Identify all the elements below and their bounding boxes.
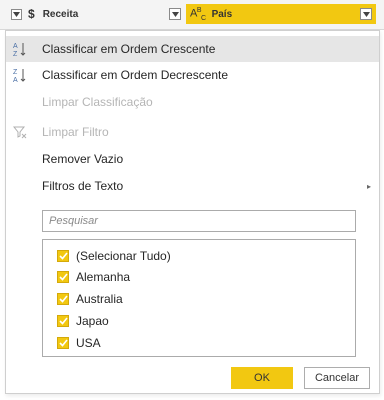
list-item-label: Alemanha [76,270,131,284]
menu-item-clear-filter: Limpar Filtro [6,119,379,145]
menu-item-label: Remover Vazio [42,152,124,166]
sort-ascending-icon: A Z [13,41,27,57]
column-header-strip: $ Receita ABC País [0,0,384,30]
svg-text:Z: Z [13,69,18,76]
text-type-icon: ABC [190,6,206,22]
chevron-down-icon [362,11,370,17]
column-header-receita[interactable]: $ Receita [8,4,184,24]
svg-text:A: A [13,77,18,83]
menu-item-label: Limpar Classificação [42,95,153,109]
list-item[interactable]: Australia [57,290,123,308]
ok-button[interactable]: OK [231,367,293,389]
list-item-label: Australia [76,292,123,306]
list-item-label: (Selecionar Tudo) [76,249,171,263]
checkbox[interactable] [57,337,69,349]
menu-item-label: Limpar Filtro [42,125,109,139]
list-item[interactable]: USA [57,334,101,352]
list-item-label: Japao [76,314,109,328]
checkbox[interactable] [57,271,69,283]
search-field[interactable] [42,210,356,232]
column-header-label: Receita [42,8,79,20]
column-filter-button[interactable] [169,8,181,20]
row-menu-dropdown-button[interactable] [11,8,22,20]
menu-item-label: Classificar em Ordem Crescente [42,42,216,56]
checkbox[interactable] [57,315,69,327]
column-header-label: País [211,8,233,20]
checkmark-icon [58,339,68,347]
menu-item-sort-ascending[interactable]: A Z Classificar em Ordem Crescente [6,36,379,62]
clear-filter-icon [13,124,27,140]
list-item-label: USA [76,336,101,350]
menu-item-sort-descending[interactable]: Z A Classificar em Ordem Decrescente [6,62,379,88]
list-item[interactable]: Japao [57,312,109,330]
sort-descending-icon: Z A [13,67,27,83]
checkmark-icon [58,295,68,303]
menu-item-text-filters[interactable]: Filtros de Texto ▸ [6,173,379,199]
menu-item-clear-sort: Limpar Classificação [6,89,379,115]
list-item[interactable]: Alemanha [57,268,130,286]
chevron-down-icon [171,11,179,17]
menu-item-remove-empty[interactable]: Remover Vazio [6,146,379,172]
svg-text:A: A [13,43,18,50]
checkmark-icon [58,252,68,260]
checkmark-icon [58,317,68,325]
checkmark-icon [58,273,68,281]
list-item-select-all[interactable]: (Selecionar Tudo) [57,247,171,265]
cancel-button[interactable]: Cancelar [304,367,370,389]
chevron-down-icon [13,11,20,17]
column-header-pais[interactable]: ABC País [186,4,376,24]
currency-type-icon: $ [28,7,35,21]
svg-text:Z: Z [13,51,18,57]
value-checklist: (Selecionar Tudo) Alemanha Australia Jap… [42,239,356,357]
menu-item-label: Classificar em Ordem Decrescente [42,68,229,82]
checkbox[interactable] [57,250,69,262]
checkbox[interactable] [57,293,69,305]
submenu-arrow-icon: ▸ [366,181,371,191]
column-filter-menu: A Z Classificar em Ordem Crescente Z A C… [5,30,380,394]
menu-item-label: Filtros de Texto [42,179,124,193]
search-input[interactable] [43,211,355,231]
column-filter-button[interactable] [360,8,372,20]
